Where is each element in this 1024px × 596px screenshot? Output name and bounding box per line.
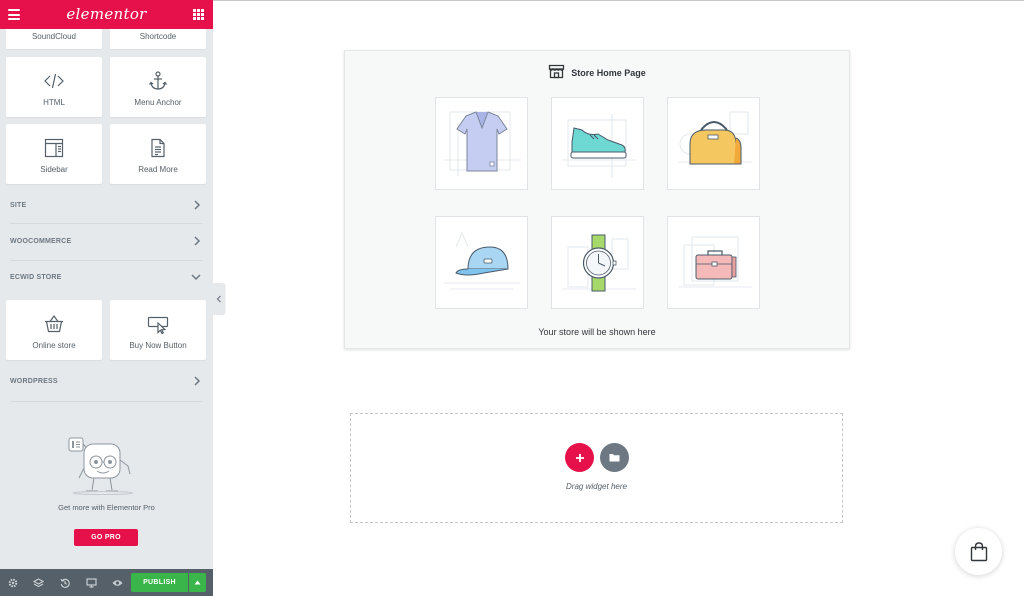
editor-panel: elementor SoundCloud Shortcode HTML Menu… — [0, 0, 213, 596]
watch-illustration — [562, 234, 636, 292]
cap-illustration — [444, 231, 520, 290]
chevron-right-icon — [193, 200, 201, 212]
widget-buy-now-button[interactable]: Buy Now Button — [110, 300, 206, 360]
product-tshirt[interactable] — [435, 97, 528, 190]
history-icon[interactable] — [58, 576, 71, 589]
pointer-click-icon — [110, 313, 206, 335]
product-watch[interactable] — [551, 216, 644, 309]
code-icon — [6, 70, 102, 92]
publish-button[interactable]: PUBLISH — [131, 573, 188, 592]
product-briefcase[interactable] — [667, 216, 760, 309]
widget-online-store[interactable]: Online store — [6, 300, 102, 360]
widget-label: HTML — [43, 98, 65, 107]
preview-eye-icon[interactable] — [111, 576, 124, 589]
category-woocommerce[interactable]: WOOCOMMERCE — [10, 232, 203, 252]
widget-menu-anchor[interactable]: Menu Anchor — [110, 57, 206, 117]
shopping-bag-icon — [970, 541, 987, 561]
widgets-list[interactable]: SoundCloud Shortcode HTML Menu Anchor Si… — [0, 29, 213, 569]
widget-label: Online store — [32, 341, 76, 350]
category-ecwid-store[interactable]: ECWID STORE — [10, 268, 203, 288]
briefcase-illustration — [678, 236, 752, 288]
ecwid-store-widget[interactable]: Store Home Page Your store will be shown… — [344, 50, 850, 349]
product-bag[interactable] — [667, 97, 760, 190]
product-cap[interactable] — [435, 216, 528, 309]
shopping-bag-button[interactable] — [955, 528, 1002, 575]
elementor-logo: elementor — [66, 5, 147, 23]
chevron-down-icon — [191, 272, 201, 284]
responsive-desktop-icon[interactable] — [85, 576, 98, 589]
widgets-grid-icon[interactable] — [193, 9, 204, 20]
widget-label: Read More — [138, 165, 178, 174]
caret-up-icon[interactable] — [189, 573, 206, 592]
category-label: ECWID STORE — [10, 274, 62, 281]
widget-soundcloud[interactable]: SoundCloud — [6, 29, 102, 49]
sneaker-illustration — [562, 114, 636, 178]
tshirt-illustration — [444, 111, 521, 176]
navigator-layers-icon[interactable] — [32, 576, 45, 589]
widget-label: SoundCloud — [31, 32, 77, 41]
sidebar-icon — [6, 137, 102, 159]
anchor-icon — [110, 70, 206, 92]
canvas-top-border — [213, 0, 1024, 1]
bag-illustration — [678, 111, 752, 165]
basket-icon — [6, 313, 102, 335]
elementor-pro-mascot-illustration — [64, 432, 148, 496]
widget-label: Sidebar — [40, 165, 68, 174]
store-placeholder-caption: Your store will be shown here — [538, 327, 656, 337]
widget-shortcode[interactable]: Shortcode — [110, 29, 206, 49]
folder-icon — [609, 454, 620, 462]
widget-label: Buy Now Button — [129, 341, 187, 350]
category-wordpress[interactable]: WORDPRESS — [10, 372, 203, 392]
chevron-left-icon — [216, 295, 221, 303]
settings-gear-icon[interactable] — [6, 576, 19, 589]
widget-label: Menu Anchor — [134, 98, 182, 107]
widget-label: Shortcode — [139, 32, 177, 41]
divider — [10, 401, 203, 402]
category-label: WORDPRESS — [10, 378, 58, 385]
category-label: WOOCOMMERCE — [10, 238, 72, 245]
drag-widget-hint: Drag widget here — [566, 482, 627, 491]
panel-header: elementor — [0, 0, 213, 29]
store-title-text: Store Home Page — [571, 67, 646, 78]
widget-sidebar[interactable]: Sidebar — [6, 124, 102, 184]
category-site[interactable]: SITE — [10, 196, 203, 216]
collapse-panel-handle[interactable] — [213, 283, 225, 315]
panel-footer: PUBLISH — [0, 569, 213, 596]
widget-html[interactable]: HTML — [6, 57, 102, 117]
empty-section-drop-zone[interactable] — [350, 413, 843, 523]
category-label: SITE — [10, 202, 27, 209]
product-sneaker[interactable] — [551, 97, 644, 190]
chevron-right-icon — [193, 376, 201, 388]
storefront-icon — [548, 64, 565, 81]
add-section-button[interactable] — [565, 443, 594, 472]
widget-read-more[interactable]: Read More — [110, 124, 206, 184]
document-icon — [110, 137, 206, 159]
go-pro-button[interactable]: GO PRO — [74, 529, 138, 546]
add-template-button[interactable] — [600, 443, 629, 472]
chevron-right-icon — [193, 236, 201, 248]
plus-icon — [575, 453, 584, 462]
divider — [10, 223, 203, 224]
promo-text: Get more with Elementor Pro — [58, 503, 155, 512]
divider — [10, 260, 203, 261]
store-title: Store Home Page — [345, 64, 849, 81]
